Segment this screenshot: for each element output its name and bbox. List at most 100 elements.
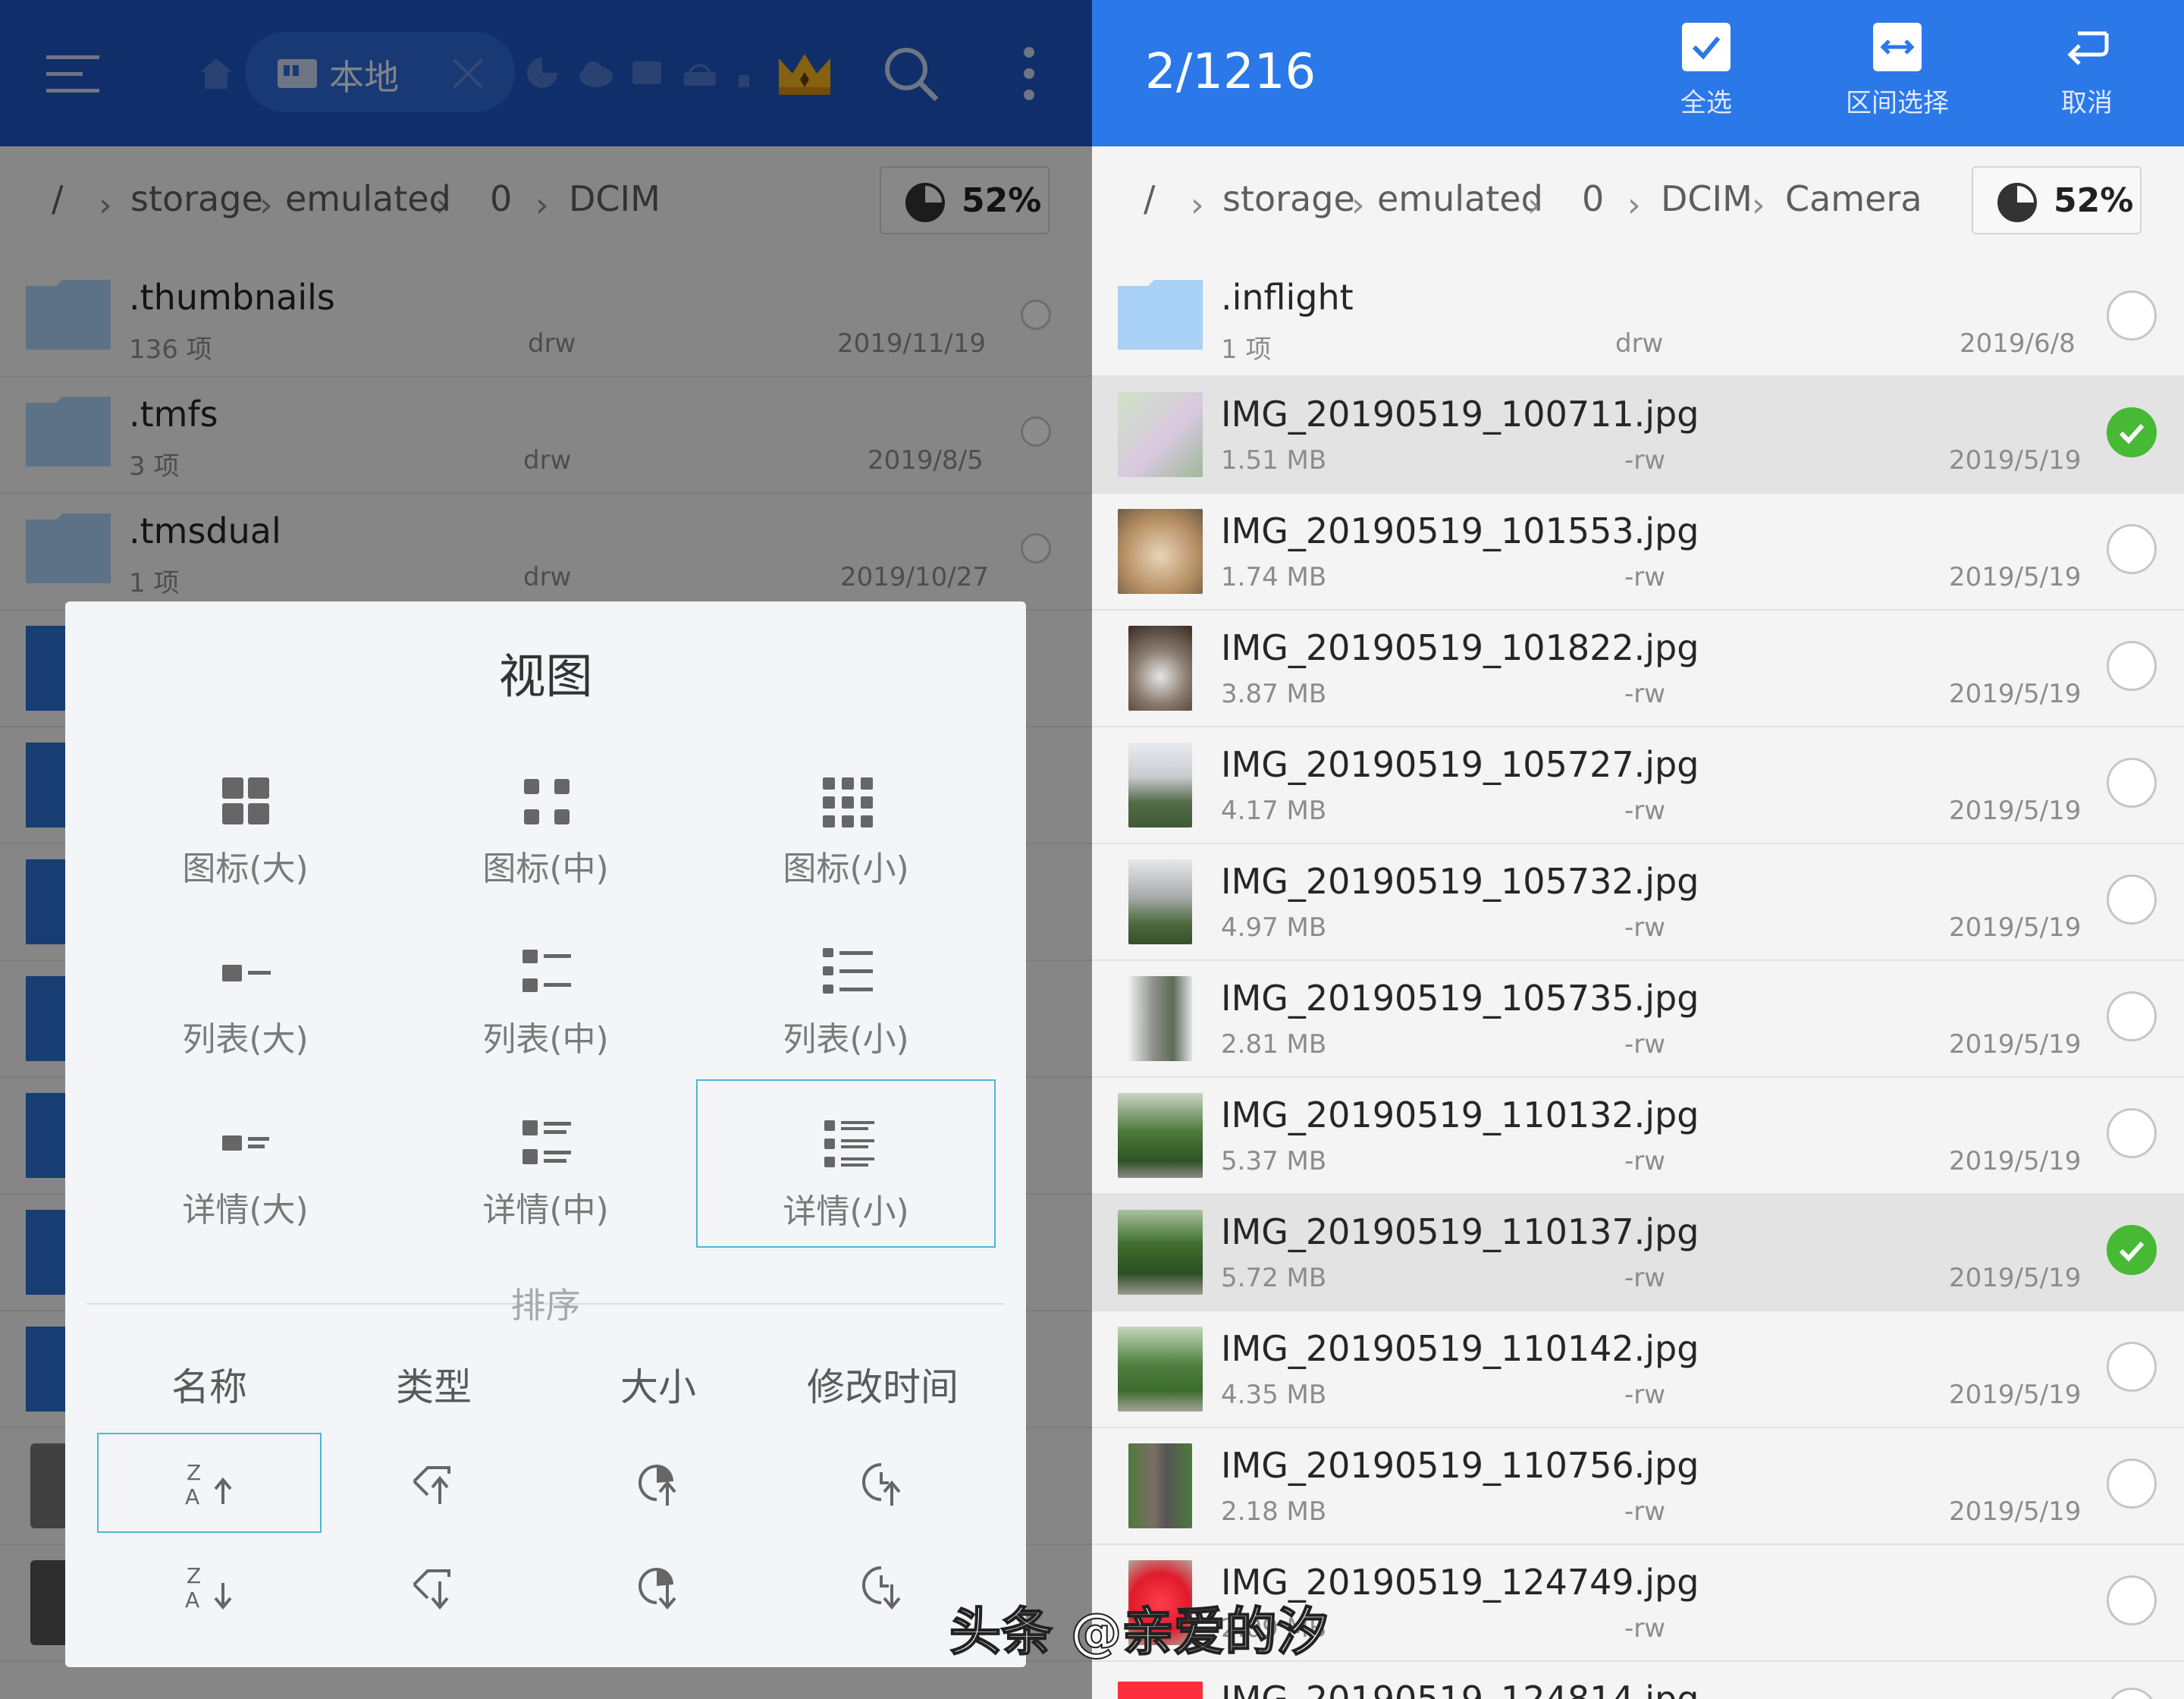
file-name: .inflight (1221, 277, 1354, 318)
file-name: IMG_20190519_101822.jpg (1221, 627, 1699, 668)
list-item[interactable]: IMG_20190519_105732.jpg 4.97 MB -rw 2019… (1092, 844, 2184, 961)
image-thumbnail (1118, 1093, 1203, 1178)
pie-desc-icon (639, 1568, 676, 1610)
view-icon-large[interactable]: 图标(大) (96, 738, 395, 906)
list-item[interactable]: IMG_20190519_100711.jpg 1.51 MB -rw 2019… (1092, 377, 2184, 494)
file-date: 2019/5/19 (1949, 796, 2082, 826)
file-meta: 3.87 MB (1221, 679, 1327, 709)
select-radio-checked[interactable] (2107, 407, 2157, 457)
list-item[interactable]: IMG_20190519_110756.jpg 2.18 MB -rw 2019… (1092, 1428, 2184, 1545)
view-list-small[interactable]: 列表(小) (696, 909, 996, 1077)
undo-icon (2063, 23, 2111, 71)
breadcrumb-0[interactable]: 0 (1582, 178, 1604, 219)
select-radio[interactable] (2107, 1688, 2157, 1699)
sort-modified-ascending-button[interactable] (770, 1433, 995, 1533)
left-panel: 本地 / › storage › › emulated 0 › DCIM 52% (0, 0, 1092, 1699)
pie-chart-icon (1997, 183, 2037, 222)
svg-text:A: A (185, 1484, 199, 1507)
sort-column-name: 名称 (171, 1365, 247, 1409)
sort-alpha-asc-icon: ZA (185, 1460, 232, 1507)
breadcrumb-dcim[interactable]: DCIM (1661, 178, 1753, 219)
sort-column-modified: 修改时间 (807, 1365, 959, 1409)
select-radio[interactable] (2107, 1459, 2157, 1509)
select-radio[interactable] (2107, 641, 2157, 691)
view-list-large[interactable]: 列表(大) (96, 909, 395, 1077)
file-name: IMG_20190519_101553.jpg (1221, 510, 1699, 551)
range-select-button[interactable]: 区间选择 (1829, 23, 1966, 137)
view-label: 图标(小) (783, 850, 909, 888)
view-label: 详情(小) (783, 1192, 909, 1231)
sort-name-descending-button[interactable]: ZA (97, 1536, 322, 1636)
file-permissions: -rw (1624, 1380, 1666, 1410)
cancel-button[interactable]: 取消 (2019, 23, 2155, 137)
select-radio[interactable] (2107, 1108, 2157, 1158)
list-item[interactable]: IMG_20190519_105727.jpg 4.17 MB -rw 2019… (1092, 727, 2184, 844)
check-icon (2119, 1241, 2145, 1262)
view-icon-medium[interactable]: 图标(中) (396, 738, 695, 906)
sort-size-ascending-button[interactable] (546, 1433, 770, 1533)
list-item[interactable]: IMG_20190519_110137.jpg 5.72 MB -rw 2019… (1092, 1195, 2184, 1311)
select-radio[interactable] (2107, 1342, 2157, 1392)
selection-bar: 2/1216 全选 区间选择 取消 (1092, 0, 2184, 146)
sort-column-size: 大小 (620, 1365, 696, 1409)
image-thumbnail (1118, 1327, 1203, 1412)
select-radio[interactable] (2107, 1575, 2157, 1625)
sort-type-ascending-button[interactable] (322, 1433, 546, 1533)
file-date: 2019/5/19 (1949, 1263, 2082, 1293)
list-item[interactable]: IMG_20190519_110132.jpg 5.37 MB -rw 2019… (1092, 1078, 2184, 1195)
file-name: IMG_20190519_100711.jpg (1221, 394, 1699, 435)
view-label: 图标(中) (482, 850, 609, 888)
svg-text:Z: Z (187, 1460, 201, 1485)
breadcrumb-root[interactable]: / (1144, 178, 1156, 219)
file-name: IMG_20190519_110132.jpg (1221, 1094, 1699, 1135)
breadcrumb-emulated[interactable]: emulated (1377, 178, 1543, 219)
list-item[interactable]: IMG_20190519_101822.jpg 3.87 MB -rw 2019… (1092, 611, 2184, 727)
select-radio[interactable] (2107, 290, 2157, 341)
file-meta: 1.74 MB (1221, 562, 1327, 592)
view-label: 列表(小) (783, 1020, 909, 1059)
select-radio[interactable] (2107, 991, 2157, 1041)
file-date: 2019/5/19 (1949, 679, 2082, 709)
file-permissions: -rw (1624, 1496, 1666, 1527)
file-permissions: -rw (1624, 912, 1666, 943)
breadcrumb-storage[interactable]: storage (1222, 178, 1355, 219)
list-medium-icon (522, 950, 571, 992)
view-list-medium[interactable]: 列表(中) (396, 909, 695, 1077)
cancel-label: 取消 (2061, 88, 2113, 118)
list-item[interactable]: IMG_20190519_101553.jpg 1.74 MB -rw 2019… (1092, 494, 2184, 611)
chevron-right-icon: › (1527, 186, 1541, 225)
file-date: 2019/5/19 (1949, 1146, 2082, 1176)
select-all-button[interactable]: 全选 (1638, 23, 1774, 137)
select-radio[interactable] (2107, 875, 2157, 925)
select-radio[interactable] (2107, 758, 2157, 808)
view-details-small[interactable]: 详情(小) (696, 1079, 996, 1248)
sort-type-descending-button[interactable] (322, 1536, 546, 1636)
select-radio-checked[interactable] (2107, 1225, 2157, 1275)
clock-asc-icon (862, 1463, 901, 1506)
view-label: 详情(大) (182, 1191, 309, 1229)
list-item[interactable]: IMG_20190519_105735.jpg 2.81 MB -rw 2019… (1092, 961, 2184, 1078)
list-item[interactable]: IMG_20190519_124814.jpg (1092, 1662, 2184, 1699)
file-date: 2019/5/19 (1949, 562, 2082, 592)
view-icon-small[interactable]: 图标(小) (696, 738, 996, 906)
sort-size-descending-button[interactable] (546, 1536, 770, 1636)
check-icon (1682, 23, 1731, 71)
breadcrumb-camera[interactable]: Camera (1785, 178, 1922, 219)
view-details-medium[interactable]: 详情(中) (396, 1079, 695, 1248)
file-name: IMG_20190519_105732.jpg (1221, 861, 1699, 902)
view-label: 图标(大) (182, 850, 309, 888)
file-meta: 4.35 MB (1221, 1380, 1327, 1410)
clock-desc-icon (862, 1566, 901, 1610)
storage-usage-button[interactable]: 52% (1972, 166, 2142, 234)
list-item[interactable]: IMG_20190519_110142.jpg 4.35 MB -rw 2019… (1092, 1311, 2184, 1428)
file-date: 2019/5/19 (1949, 912, 2082, 943)
list-item[interactable]: .inflight 1 项 drw 2019/6/8 (1092, 260, 2184, 377)
chevron-right-icon: › (1351, 186, 1365, 225)
file-name: IMG_20190519_124814.jpg (1221, 1679, 1699, 1699)
view-details-large[interactable]: 详情(大) (96, 1079, 395, 1248)
select-radio[interactable] (2107, 524, 2157, 574)
file-meta: 5.72 MB (1221, 1263, 1327, 1293)
image-thumbnail (1118, 1682, 1203, 1699)
sort-column-type: 类型 (396, 1365, 472, 1409)
sort-name-ascending-button[interactable]: ZA (97, 1433, 322, 1533)
